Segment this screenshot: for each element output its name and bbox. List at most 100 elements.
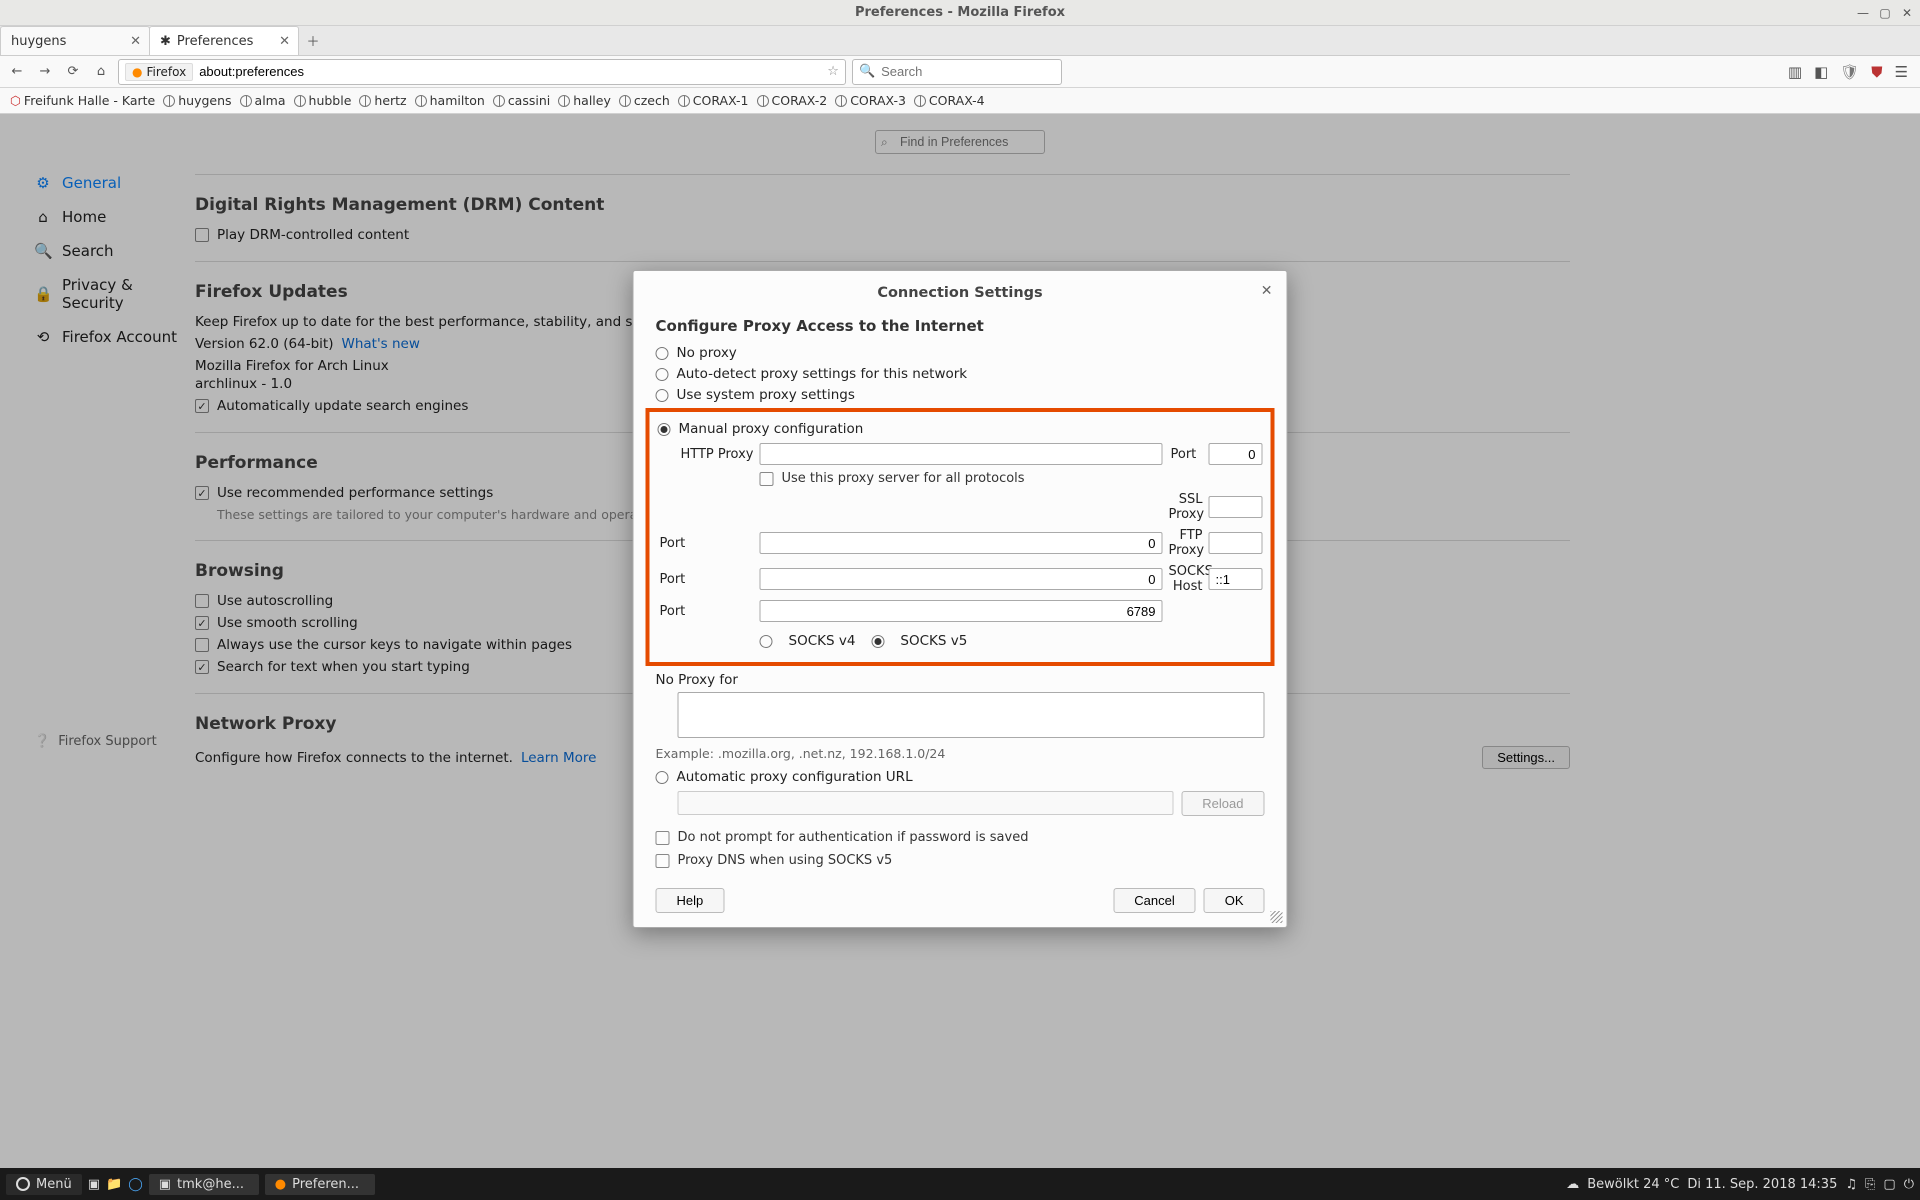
modal-section-title: Configure Proxy Access to the Internet xyxy=(656,317,1265,335)
task-firefox[interactable]: ●Preferen... xyxy=(265,1174,375,1195)
radio-auto-detect[interactable] xyxy=(656,368,669,381)
socks-port-input[interactable] xyxy=(760,600,1163,622)
bookmark-item[interactable]: halley xyxy=(558,93,611,108)
sidebar-icon[interactable]: ◧ xyxy=(1814,63,1828,81)
no-proxy-textarea[interactable] xyxy=(678,692,1265,738)
port-label: Port xyxy=(658,536,754,551)
bookmark-item[interactable]: ⬡Freifunk Halle - Karte xyxy=(10,93,155,108)
radio-socks-v5[interactable] xyxy=(871,635,884,648)
bookmark-item[interactable]: hertz xyxy=(359,93,406,108)
firefox-icon: ● xyxy=(132,65,142,79)
globe-icon xyxy=(163,95,175,107)
reload-button[interactable]: ⟳ xyxy=(62,61,84,83)
identity-label: Firefox xyxy=(146,65,186,79)
radio-manual-proxy[interactable] xyxy=(658,423,671,436)
globe-icon xyxy=(359,95,371,107)
bookmark-item[interactable]: CORAX-3 xyxy=(835,93,906,108)
hamburger-menu-icon[interactable]: ☰ xyxy=(1895,63,1908,81)
globe-icon xyxy=(835,95,847,107)
weather-text: Bewölkt 24 °C xyxy=(1587,1177,1679,1192)
search-box[interactable]: 🔍 xyxy=(852,59,1062,85)
ftp-port-input[interactable] xyxy=(760,568,1163,590)
close-tab-icon[interactable]: ✕ xyxy=(130,34,141,49)
socks-v4-label: SOCKS v4 xyxy=(789,633,856,649)
bookmark-item[interactable]: hubble xyxy=(294,93,352,108)
gear-icon: ✱ xyxy=(160,34,171,49)
forward-button[interactable]: → xyxy=(34,61,56,83)
bookmark-item[interactable]: CORAX-4 xyxy=(914,93,985,108)
ssl-port-input[interactable] xyxy=(760,532,1163,554)
url-bar[interactable]: ● Firefox ☆ xyxy=(118,59,846,85)
tray-power-icon[interactable]: ⏻ xyxy=(1904,1177,1914,1192)
home-button[interactable]: ⌂ xyxy=(90,61,112,83)
identity-box[interactable]: ● Firefox xyxy=(125,63,193,81)
bookmark-item[interactable]: CORAX-2 xyxy=(757,93,828,108)
back-button[interactable]: ← xyxy=(6,61,28,83)
radio-no-proxy[interactable] xyxy=(656,347,669,360)
tray-display-icon[interactable]: ▢ xyxy=(1883,1177,1895,1192)
reload-button[interactable]: Reload xyxy=(1181,791,1264,816)
firefox-icon: ● xyxy=(275,1177,286,1192)
bookmark-item[interactable]: cassini xyxy=(493,93,550,108)
bookmark-item[interactable]: CORAX-1 xyxy=(678,93,749,108)
quicklaunch-files-icon[interactable]: 📁 xyxy=(106,1177,122,1192)
tray-audio-icon[interactable]: ♫ xyxy=(1845,1177,1857,1192)
radio-system-proxy[interactable] xyxy=(656,389,669,402)
close-tab-icon[interactable]: ✕ xyxy=(279,34,290,49)
quicklaunch-terminal-icon[interactable]: ▣ xyxy=(88,1177,100,1192)
shield-icon[interactable]: 🛡 xyxy=(1840,63,1859,81)
radio-auto-url[interactable] xyxy=(656,771,669,784)
minimize-icon[interactable]: — xyxy=(1856,6,1870,20)
tab-preferences[interactable]: ✱ Preferences ✕ xyxy=(149,26,299,55)
tray-clipboard-icon[interactable]: ⎘ xyxy=(1865,1177,1875,1192)
globe-icon xyxy=(619,95,631,107)
task-terminal[interactable]: ▣tmk@he... xyxy=(149,1174,259,1195)
auto-url-input[interactable] xyxy=(678,791,1174,815)
globe-icon xyxy=(757,95,769,107)
use-all-label: Use this proxy server for all protocols xyxy=(782,471,1025,486)
ftp-proxy-input[interactable] xyxy=(1209,532,1263,554)
window-titlebar: Preferences - Mozilla Firefox — ▢ ✕ xyxy=(0,0,1920,26)
bookmark-item[interactable]: alma xyxy=(240,93,286,108)
quicklaunch-chromium-icon[interactable]: ◯ xyxy=(128,1177,143,1192)
ok-button[interactable]: OK xyxy=(1204,888,1265,913)
bookmark-item[interactable]: czech xyxy=(619,93,670,108)
resize-grip[interactable] xyxy=(1271,911,1283,923)
modal-title: Connection Settings xyxy=(877,285,1042,301)
library-icon[interactable]: ▥ xyxy=(1788,63,1802,81)
bookmark-item[interactable]: huygens xyxy=(163,93,231,108)
radio-socks-v4[interactable] xyxy=(760,635,773,648)
no-prompt-label: Do not prompt for authentication if pass… xyxy=(678,830,1029,845)
manual-proxy-highlight: Manual proxy configuration HTTP Proxy Po… xyxy=(646,408,1275,666)
search-input[interactable] xyxy=(881,64,1057,79)
cancel-button[interactable]: Cancel xyxy=(1113,888,1195,913)
weather-icon: ☁ xyxy=(1566,1177,1579,1192)
no-proxy-for-label: No Proxy for xyxy=(656,672,1265,688)
use-all-checkbox[interactable] xyxy=(760,472,774,486)
url-input[interactable] xyxy=(199,64,821,79)
ssl-proxy-input[interactable] xyxy=(1209,496,1263,518)
help-button[interactable]: Help xyxy=(656,888,725,913)
connection-settings-dialog: Connection Settings ✕ Configure Proxy Ac… xyxy=(633,270,1288,928)
http-port-input[interactable] xyxy=(1209,443,1263,465)
http-proxy-input[interactable] xyxy=(760,443,1163,465)
bookmarks-toolbar: ⬡Freifunk Halle - Karte huygens alma hub… xyxy=(0,88,1920,114)
bookmark-item[interactable]: hamilton xyxy=(415,93,485,108)
close-window-icon[interactable]: ✕ xyxy=(1900,6,1914,20)
port-label: Port xyxy=(658,572,754,587)
socks-host-input[interactable] xyxy=(1209,568,1263,590)
tab-huygens[interactable]: huygens ✕ xyxy=(0,26,150,55)
tab-label: huygens xyxy=(11,34,66,49)
system-proxy-label: Use system proxy settings xyxy=(677,387,855,403)
modal-close-button[interactable]: ✕ xyxy=(1261,283,1273,299)
proxy-dns-checkbox[interactable] xyxy=(656,854,670,868)
ublock-icon[interactable]: ⛊ xyxy=(1871,63,1882,81)
start-menu-button[interactable]: Menü xyxy=(6,1174,82,1195)
tab-strip: huygens ✕ ✱ Preferences ✕ ＋ xyxy=(0,26,1920,56)
bookmark-star-icon[interactable]: ☆ xyxy=(827,64,839,79)
ssl-proxy-label: SSL Proxy xyxy=(1169,492,1203,522)
gear-icon xyxy=(16,1177,30,1191)
maximize-icon[interactable]: ▢ xyxy=(1878,6,1892,20)
no-prompt-checkbox[interactable] xyxy=(656,831,670,845)
new-tab-button[interactable]: ＋ xyxy=(298,26,328,55)
